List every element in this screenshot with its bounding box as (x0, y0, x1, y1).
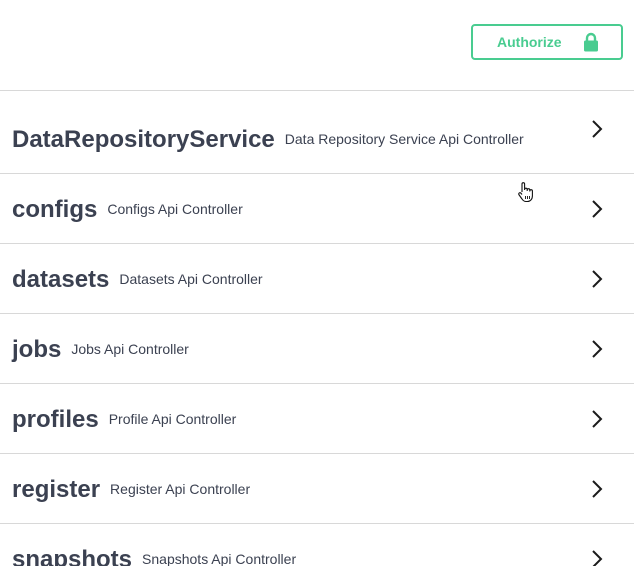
section-datarepositoryservice[interactable]: DataRepositoryService Data Repository Ser… (0, 91, 634, 174)
section-datasets[interactable]: datasets Datasets Api Controller (0, 244, 634, 314)
section-tag: snapshots Snapshots Api Controller (12, 546, 297, 566)
section-tag: jobs Jobs Api Controller (12, 336, 189, 363)
chevron-right-icon[interactable] (590, 479, 604, 499)
section-description: Register Api Controller (110, 481, 251, 497)
section-description: Snapshots Api Controller (142, 551, 297, 566)
section-tag: DataRepositoryService Data Repository Ser… (12, 126, 524, 153)
section-tag: configs Configs Api Controller (12, 196, 243, 223)
section-profiles[interactable]: profiles Profile Api Controller (0, 384, 634, 454)
authorize-label: Authorize (497, 34, 562, 50)
chevron-right-icon[interactable] (590, 199, 604, 219)
section-register[interactable]: register Register Api Controller (0, 454, 634, 524)
api-sections: DataRepositoryService Data Repository Ser… (0, 91, 634, 566)
section-description: Profile Api Controller (108, 411, 237, 427)
chevron-right-icon[interactable] (590, 339, 604, 359)
section-description: Data Repository Service Api Controller (284, 131, 524, 147)
section-description: Datasets Api Controller (119, 271, 263, 287)
section-tag: datasets Datasets Api Controller (12, 266, 263, 293)
authorize-button[interactable]: Authorize (471, 24, 623, 60)
section-configs[interactable]: configs Configs Api Controller (0, 174, 634, 244)
section-tag: profiles Profile Api Controller (12, 406, 237, 433)
chevron-right-icon[interactable] (590, 269, 604, 289)
header-bar: Authorize (0, 0, 634, 91)
swagger-page: Authorize DataRepositoryService Data Repo… (0, 0, 634, 566)
chevron-right-icon[interactable] (590, 549, 604, 566)
section-tag: register Register Api Controller (12, 476, 251, 503)
section-description: Configs Api Controller (107, 201, 243, 217)
section-jobs[interactable]: jobs Jobs Api Controller (0, 314, 634, 384)
lock-icon (584, 32, 598, 52)
chevron-right-icon[interactable] (590, 119, 604, 139)
section-description: Jobs Api Controller (71, 341, 189, 357)
hand-cursor-icon (518, 182, 533, 203)
chevron-right-icon[interactable] (590, 409, 604, 429)
section-snapshots[interactable]: snapshots Snapshots Api Controller (0, 524, 634, 566)
